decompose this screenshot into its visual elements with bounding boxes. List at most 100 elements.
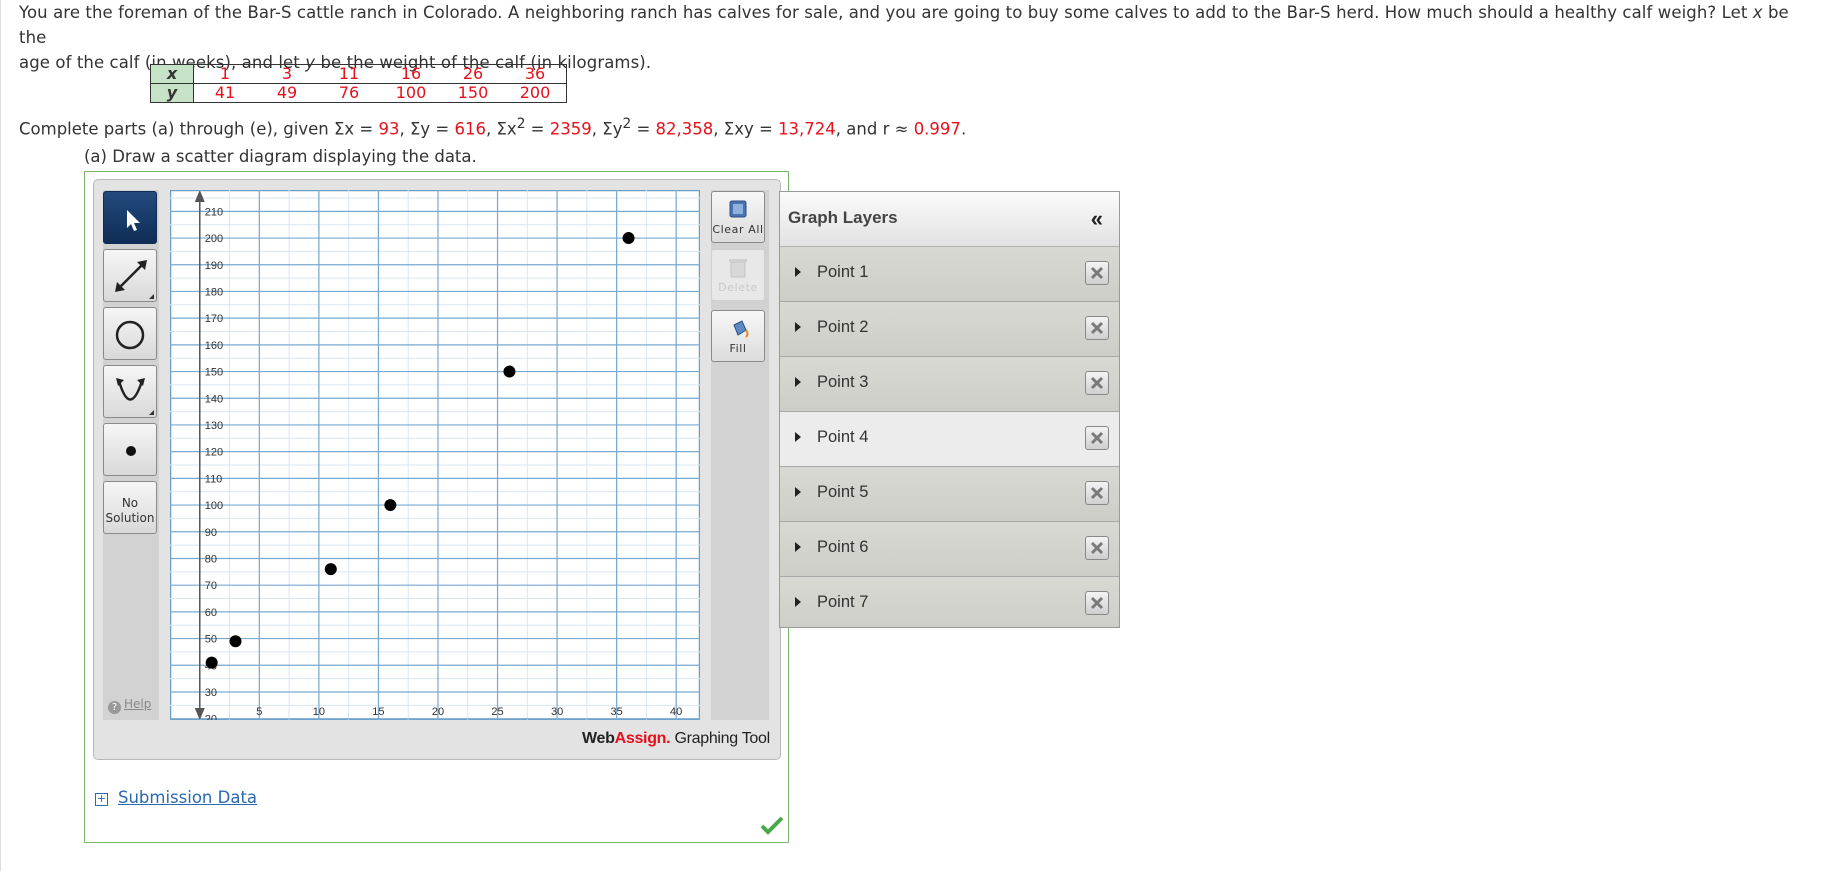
- line-tool-button[interactable]: [103, 249, 157, 302]
- table-cell: 200: [504, 83, 567, 103]
- select-tool-button[interactable]: [103, 191, 157, 244]
- sum-y-label: Σy =: [409, 119, 455, 139]
- no-solution-button[interactable]: No Solution: [103, 481, 157, 534]
- y-tick-label: 100: [205, 500, 223, 512]
- graph-layers-title: Graph Layers: [788, 208, 898, 227]
- data-point: [622, 232, 635, 245]
- close-icon: [1090, 266, 1104, 280]
- layer-label: Point 4: [817, 428, 869, 446]
- r-value: 0.997: [913, 119, 961, 139]
- delete-button[interactable]: Delete: [711, 249, 765, 301]
- y-tick-label: 90: [205, 527, 217, 539]
- scatter-chart[interactable]: 20 30 40 50 60 70 80 90 100 110 120 130 140 150 160 170…: [169, 189, 701, 726]
- sum-xy-label: Σxy =: [723, 119, 779, 139]
- no-solution-label-1: No: [121, 496, 139, 510]
- sum-y-value: 616: [454, 119, 486, 139]
- table-header-x: x: [150, 64, 194, 84]
- layer-item[interactable]: Point 3: [780, 357, 1119, 412]
- close-icon: [1090, 321, 1104, 335]
- layer-item[interactable]: Point 7: [780, 577, 1119, 627]
- delete-layer-button[interactable]: [1085, 481, 1109, 505]
- submission-data-link[interactable]: Submission Data: [118, 788, 257, 807]
- table-cell: 76: [318, 83, 380, 103]
- table-cell: 41: [193, 83, 256, 103]
- close-icon: [1090, 376, 1104, 390]
- collapse-icon[interactable]: «: [1091, 206, 1103, 232]
- y-tick-label: 60: [205, 607, 217, 619]
- trash-icon: [729, 259, 747, 278]
- plot-area: [169, 189, 701, 721]
- delete-layer-button[interactable]: [1085, 261, 1109, 285]
- layer-item[interactable]: Point 4: [780, 412, 1119, 467]
- y-tick-label: 30: [205, 687, 217, 699]
- expand-triangle-icon[interactable]: [795, 487, 801, 497]
- graph-layers-header: Graph Layers «: [780, 192, 1119, 247]
- y-tick-label: 140: [205, 393, 223, 405]
- help-link[interactable]: ? Help: [108, 697, 151, 714]
- y-tick-label: 160: [205, 340, 223, 352]
- expand-triangle-icon[interactable]: [795, 267, 801, 277]
- part-a-prompt: (a) Draw a scatter diagram displaying th…: [84, 147, 477, 166]
- expand-triangle-icon[interactable]: [795, 597, 801, 607]
- table-cell: 36: [504, 64, 567, 84]
- y-tick-label: 210: [205, 206, 223, 218]
- y-tick-label: 130: [205, 420, 223, 432]
- clear-all-button[interactable]: Clear All: [711, 191, 765, 243]
- delete-layer-button[interactable]: [1085, 371, 1109, 395]
- sum-y2-value: 82,358: [655, 119, 714, 139]
- table-cell: 11: [318, 64, 380, 84]
- help-icon: ?: [108, 701, 121, 714]
- expand-triangle-icon[interactable]: [795, 542, 801, 552]
- x-tick-label: 15: [372, 706, 384, 718]
- point-tool-button[interactable]: [103, 423, 157, 476]
- brand-assign: Assign.: [614, 730, 671, 747]
- layer-item[interactable]: Point 5: [780, 467, 1119, 522]
- circle-tool-button[interactable]: [103, 307, 157, 360]
- delete-layer-button[interactable]: [1085, 316, 1109, 340]
- x-tick-label: 40: [670, 706, 682, 718]
- webassign-brand: WebAssign. Graphing Tool: [582, 730, 770, 748]
- y-tick-label: 80: [205, 553, 217, 565]
- line-icon: [115, 260, 154, 299]
- layer-item[interactable]: Point 1: [780, 247, 1119, 302]
- data-table: x 1 3 11 16 26 36 y 41 49 76 100 150 200: [150, 64, 567, 103]
- submission-data[interactable]: + Submission Data: [95, 788, 257, 807]
- graph-layers-panel: Graph Layers « Point 1 Point 2 Point 3 P…: [779, 191, 1120, 628]
- graph-canvas[interactable]: 20 30 40 50 60 70 80 90 100 110 120 130 140 150 160 170…: [169, 189, 701, 726]
- x-tick-label: 35: [611, 706, 623, 718]
- circle-icon: [115, 320, 145, 350]
- clear-all-label: Clear All: [712, 223, 764, 236]
- layer-label: Point 7: [817, 593, 869, 611]
- x-tick-label: 25: [491, 706, 503, 718]
- expand-triangle-icon[interactable]: [795, 432, 801, 442]
- brand-rest: Graphing Tool: [670, 730, 770, 747]
- delete-layer-button[interactable]: [1085, 426, 1109, 450]
- fill-label: Fill: [729, 342, 747, 355]
- delete-layer-button[interactable]: [1085, 591, 1109, 615]
- layer-item[interactable]: Point 6: [780, 522, 1119, 577]
- x-tick-label: 30: [551, 706, 563, 718]
- fill-button[interactable]: Fill: [711, 310, 765, 362]
- layer-label: Point 1: [817, 263, 869, 281]
- close-icon: [1090, 431, 1104, 445]
- given-prefix: Complete parts (a) through (e), given: [19, 119, 334, 139]
- r-label: and r ≈: [846, 119, 914, 139]
- sum-x-value: 93: [378, 119, 400, 139]
- expand-triangle-icon[interactable]: [795, 322, 801, 332]
- x-tick-label: 10: [313, 706, 325, 718]
- parabola-tool-button[interactable]: [103, 365, 157, 418]
- expand-triangle-icon[interactable]: [795, 377, 801, 387]
- expand-plus-icon[interactable]: +: [95, 793, 108, 806]
- delete-layer-button[interactable]: [1085, 536, 1109, 560]
- delete-label: Delete: [718, 281, 758, 294]
- layer-label: Point 5: [817, 483, 869, 501]
- y-tick-label: 200: [205, 233, 223, 245]
- sum-x2-label: Σx: [496, 119, 517, 139]
- x-tick-label: 5: [256, 706, 262, 718]
- select-icon: [127, 210, 140, 231]
- no-solution-label-2: Solution: [105, 511, 155, 525]
- y-tick-label: 20: [205, 714, 217, 720]
- paint-bucket-icon: [733, 320, 749, 338]
- close-icon: [1090, 486, 1104, 500]
- layer-item[interactable]: Point 2: [780, 302, 1119, 357]
